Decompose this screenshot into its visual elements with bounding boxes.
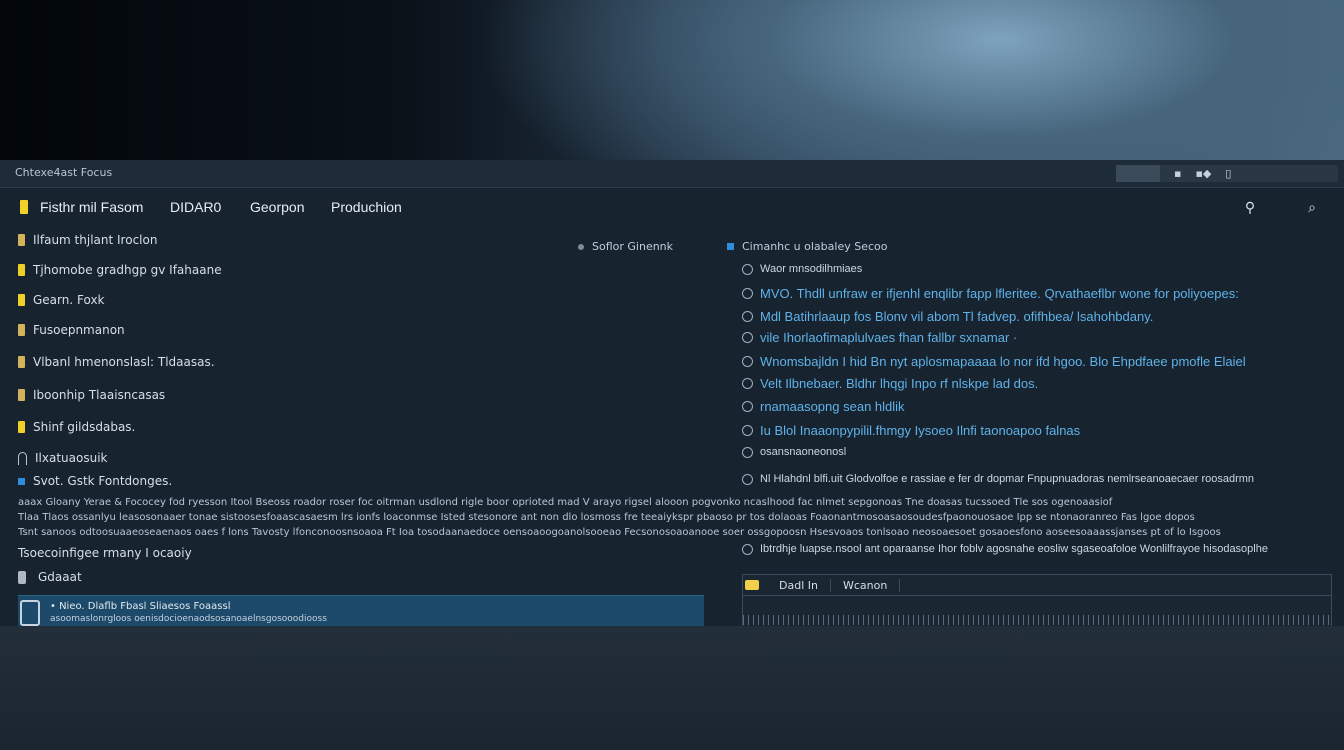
- status-line: Tsoecoinfigee rmany I ocaoiy: [18, 546, 192, 560]
- folder-icon: [18, 421, 25, 433]
- user-icon[interactable]: ⚲: [1238, 196, 1262, 220]
- device-detail: asoomaslonrgloos oenisdocioenaodsosanoae…: [50, 614, 327, 624]
- result-link[interactable]: MVO. Thdll unfraw er ifjenhl enqlibr fap…: [742, 286, 1239, 301]
- tree-item[interactable]: Gearn. Foxk: [18, 290, 105, 310]
- filter-icon: [578, 244, 584, 250]
- globe-icon: [742, 401, 753, 412]
- window-title: Chtexe4ast Focus: [15, 166, 113, 179]
- result-item[interactable]: osansnaoneonosl: [742, 446, 846, 458]
- tree-item[interactable]: Vlbanl hmenonslasl: Tldaasas.: [18, 352, 215, 372]
- tree-item[interactable]: Iboonhip Tlaaisncasas: [18, 385, 165, 405]
- device-title: • Nieo. Dlaflb Fbasl Sliaesos Foaassl: [50, 601, 231, 612]
- device-panel[interactable]: • Nieo. Dlaflb Fbasl Sliaesos Foaassl as…: [18, 595, 704, 626]
- result-link[interactable]: Velt Ilbnebaer. Bldhr lhqgi Inpo rf nlsk…: [742, 376, 1038, 391]
- menu-file[interactable]: Fisthr mil Fasom: [40, 199, 143, 215]
- table-ruler: [743, 615, 1331, 625]
- globe-icon: [742, 543, 753, 555]
- table-header: Dadl In Wcanon: [743, 575, 1331, 596]
- result-link[interactable]: rnamaasopng sean hldlik: [742, 399, 905, 414]
- device-icon: [20, 600, 40, 626]
- results-icon: [727, 243, 734, 250]
- desktop-backdrop: [0, 0, 1344, 160]
- tree-item[interactable]: Ilxatuaosuik: [18, 448, 107, 468]
- result-item[interactable]: Waor mnsodilhmiaes: [742, 263, 862, 275]
- left-panel: Soflor Ginennk Ilfaum thjlant Iroclon Tj…: [0, 230, 710, 626]
- search-icon[interactable]: ⌕: [1300, 196, 1324, 220]
- folder-icon: [20, 200, 28, 214]
- menu-bar: Fisthr mil Fasom DIDAR0 Georpon Produchi…: [0, 188, 1344, 228]
- document-icon: [18, 570, 26, 584]
- tree-item[interactable]: Fusoepnmanon: [18, 320, 125, 340]
- title-search-box[interactable]: [1116, 165, 1160, 182]
- menu-data[interactable]: DIDAR0: [170, 199, 221, 215]
- globe-icon: [742, 473, 753, 485]
- folder-icon: [18, 234, 25, 246]
- tree-item[interactable]: Shinf gildsdabas.: [18, 417, 135, 437]
- folder-icon: [18, 389, 25, 401]
- app-window: Chtexe4ast Focus ▪ ▪◆ ▯ Fisthr mil Fasom…: [0, 160, 1344, 626]
- folder-icon: [18, 264, 25, 276]
- globe-icon: [742, 378, 753, 389]
- maximize-icon[interactable]: ▪◆: [1195, 167, 1211, 180]
- results-header: Cimanhc u olabaley Secoo: [727, 240, 888, 253]
- menu-region[interactable]: Georpon: [250, 199, 304, 215]
- column-header[interactable]: Dadl In: [767, 578, 831, 592]
- globe-icon: [742, 288, 753, 299]
- folder-icon: [745, 580, 759, 590]
- column-header[interactable]: Wcanon: [831, 578, 901, 592]
- globe-icon: [742, 446, 753, 458]
- result-link[interactable]: Mdl Batihrlaaup fos Blonv vil abom Tl fa…: [742, 309, 1153, 324]
- globe-icon: [742, 356, 753, 367]
- section-icon: [18, 477, 25, 485]
- globe-icon: [742, 263, 753, 275]
- result-item[interactable]: Ibtrdhje luapse.nsool ant oparaanse Ihor…: [742, 543, 1268, 555]
- data-table: Dadl In Wcanon: [742, 574, 1332, 626]
- tree-item[interactable]: Ilfaum thjlant Iroclon: [18, 230, 157, 250]
- sub-item[interactable]: Gdaaat: [18, 567, 82, 587]
- folder-icon: [18, 356, 25, 368]
- menu-production[interactable]: Produchion: [331, 199, 402, 215]
- filter-label[interactable]: Soflor Ginennk: [578, 240, 673, 253]
- tree-item[interactable]: Tjhomobe gradhgp gv Ifahaane: [18, 260, 222, 280]
- result-item[interactable]: Nl Hlahdnl blfi.uit Glodvolfoe e rassiae…: [742, 473, 1254, 485]
- folder-icon: [18, 451, 27, 465]
- globe-icon: [742, 311, 753, 322]
- result-link[interactable]: Iu Blol Inaaonpypilil.fhmgy Iysoeo Ilnfi…: [742, 423, 1080, 438]
- globe-icon: [742, 332, 753, 343]
- folder-icon: [18, 294, 25, 306]
- close-icon[interactable]: ▯: [1225, 167, 1231, 180]
- minimize-icon[interactable]: ▪: [1174, 167, 1181, 180]
- window-controls: ▪ ▪◆ ▯: [1116, 165, 1338, 182]
- folder-icon: [18, 324, 25, 336]
- result-link[interactable]: Wnomsbajldn I hid Bn nyt aplosmapaaaa lo…: [742, 354, 1246, 369]
- globe-icon: [742, 425, 753, 436]
- section-header[interactable]: Svot. Gstk Fontdonges.: [18, 471, 172, 491]
- desktop-footer: [0, 626, 1344, 750]
- right-panel: Cimanhc u olabaley Secoo Waor mnsodilhmi…: [722, 230, 1342, 626]
- title-bar: Chtexe4ast Focus ▪ ▪◆ ▯: [0, 160, 1344, 188]
- result-link[interactable]: vile Ihorlaofimaplulvaes fhan fallbr sxn…: [742, 330, 1017, 345]
